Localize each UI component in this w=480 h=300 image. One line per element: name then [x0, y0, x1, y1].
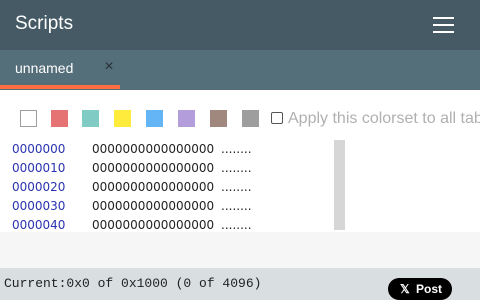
swatch-white[interactable] [20, 110, 37, 127]
status-bar: Current:0x0 of 0x1000 (0 of 4096) 𝕏 Post [0, 268, 480, 300]
swatch-red[interactable] [51, 110, 68, 127]
close-icon[interactable]: × [100, 58, 118, 76]
hex-row: 0000030 0000000000000000 ........ [0, 197, 340, 216]
post-button-label: Post [416, 282, 443, 296]
hex-offset: 0000030 [12, 199, 66, 213]
menu-bar-line [433, 24, 454, 26]
hex-row: 0000020 0000000000000000 ........ [0, 178, 340, 197]
status-current-position: Current:0x0 of 0x1000 (0 of 4096) [4, 276, 262, 291]
hex-offset: 0000020 [12, 180, 66, 194]
hex-ascii: ........ [221, 161, 252, 175]
app-header: Scripts [0, 0, 480, 50]
hex-view-scrollbar[interactable] [334, 140, 345, 230]
hamburger-menu-icon[interactable] [426, 12, 460, 38]
app-window: Scripts unnamed × Apply this colorset to… [0, 0, 480, 300]
hex-row: 0000010 0000000000000000 ........ [0, 159, 340, 178]
swatch-brown[interactable] [210, 110, 227, 127]
x-logo-icon: 𝕏 [400, 282, 410, 296]
active-tab-indicator [0, 85, 120, 89]
apply-colorset-label: Apply this colorset to all tab [288, 110, 480, 127]
swatch-yellow[interactable] [114, 110, 131, 127]
hex-view[interactable]: 0000000 0000000000000000 ........ 000001… [0, 140, 480, 232]
tab-label: unnamed [15, 60, 74, 76]
post-button[interactable]: 𝕏 Post [388, 278, 452, 300]
apply-colorset-checkbox[interactable] [271, 112, 283, 124]
tab-bar: unnamed × [0, 50, 480, 90]
swatch-purple[interactable] [178, 110, 195, 127]
hex-bytes: 0000000000000000 [92, 180, 215, 194]
hex-bytes: 0000000000000000 [92, 142, 215, 156]
hex-offset: 0000000 [12, 142, 66, 156]
tab-unnamed[interactable]: unnamed × [0, 50, 120, 90]
hex-bytes: 0000000000000000 [92, 199, 215, 213]
hex-bytes: 0000000000000000 [92, 161, 215, 175]
menu-bar-line [433, 17, 454, 19]
hex-ascii: ........ [221, 142, 252, 156]
hex-ascii: ........ [221, 199, 252, 213]
swatch-teal[interactable] [82, 110, 99, 127]
swatch-gray[interactable] [242, 110, 259, 127]
menu-bar-line [433, 31, 454, 33]
hex-row: 0000000 0000000000000000 ........ [0, 140, 340, 159]
hex-offset: 0000010 [12, 161, 66, 175]
hex-ascii: ........ [221, 180, 252, 194]
bottom-spacer [0, 232, 480, 268]
swatch-blue[interactable] [146, 110, 163, 127]
app-title: Scripts [15, 13, 74, 34]
